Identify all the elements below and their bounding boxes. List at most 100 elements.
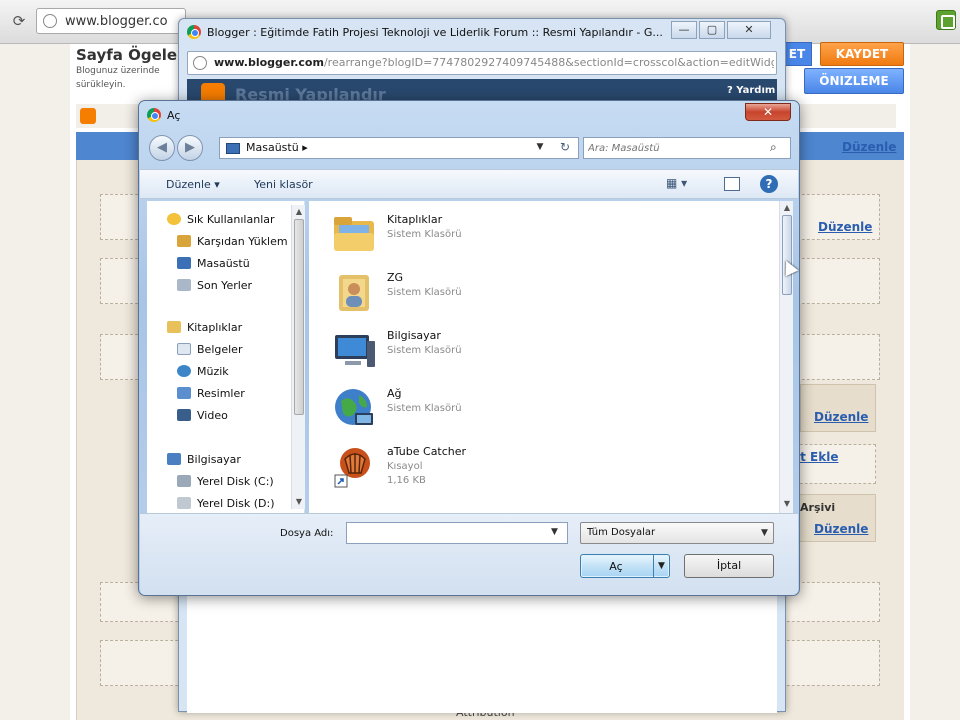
scrollbar-thumb[interactable] bbox=[782, 215, 792, 295]
cancel-button[interactable]: İptal bbox=[684, 554, 774, 578]
nav-item-desktop[interactable]: Masaüstü bbox=[177, 257, 250, 270]
search-icon[interactable]: ⌕ bbox=[770, 140, 777, 155]
forward-icon[interactable]: ▶ bbox=[177, 135, 203, 161]
background-url: www.blogger.co bbox=[65, 14, 168, 29]
open-file-dialog: Aç ✕ ◀ ▶ Masaüstü ▸ ▼ ↻ ⌕ Düzenle ▾ Yeni… bbox=[138, 100, 800, 596]
refresh-icon[interactable]: ↻ bbox=[551, 137, 579, 159]
nav-item-videos[interactable]: Video bbox=[177, 409, 228, 422]
popup-address-bar[interactable]: www.blogger.com/rearrange?blogID=7747802… bbox=[187, 51, 777, 75]
filename-label: Dosya Adı: bbox=[280, 528, 334, 539]
file-name: Bilgisayar bbox=[387, 329, 441, 342]
background-address-bar[interactable]: www.blogger.co bbox=[36, 8, 186, 34]
recent-places-icon bbox=[177, 279, 191, 291]
file-type: Kısayol bbox=[387, 461, 423, 472]
organize-menu[interactable]: Düzenle ▾ bbox=[166, 178, 220, 191]
preview-button[interactable]: ÖNIZLEME bbox=[804, 68, 904, 94]
open-button[interactable]: Aç ▼ bbox=[580, 554, 670, 578]
search-input[interactable] bbox=[588, 140, 764, 156]
scroll-up-icon[interactable]: ▲ bbox=[294, 207, 304, 217]
nav-item-documents[interactable]: Belgeler bbox=[177, 343, 242, 356]
new-folder-button[interactable]: Yeni klasör bbox=[254, 178, 313, 191]
minimize-button[interactable]: — bbox=[671, 21, 697, 39]
nav-item-drive-d[interactable]: Yerel Disk (D:) bbox=[177, 497, 275, 510]
help-link[interactable]: ? Yardım bbox=[727, 85, 775, 96]
partial-blue-button[interactable]: ET bbox=[782, 42, 812, 66]
popup-close-button[interactable]: ✕ bbox=[727, 21, 771, 39]
documents-icon bbox=[177, 343, 191, 355]
nav-item-drive-c[interactable]: Yerel Disk (C:) bbox=[177, 475, 274, 488]
star-icon bbox=[167, 213, 181, 225]
nav-label: Son Yerler bbox=[197, 279, 253, 292]
location-separator: ▸ bbox=[302, 141, 308, 154]
list-item[interactable]: Kitaplıklar Sistem Klasörü bbox=[325, 207, 625, 261]
open-button-label: Aç bbox=[609, 560, 623, 573]
maximize-button[interactable]: ▢ bbox=[699, 21, 725, 39]
scrollbar-thumb[interactable] bbox=[294, 219, 304, 415]
popup-url-host: www.blogger.com bbox=[214, 56, 324, 69]
open-options-dropdown-icon[interactable]: ▼ bbox=[653, 555, 669, 577]
globe-icon bbox=[43, 14, 57, 28]
reload-icon[interactable]: ⟳ bbox=[10, 12, 28, 30]
nav-item-recent[interactable]: Son Yerler bbox=[177, 279, 252, 292]
downloads-folder-icon bbox=[177, 235, 191, 247]
popup-title: Blogger : Eğitimde Fatih Projesi Teknolo… bbox=[187, 25, 667, 43]
nav-libraries-header[interactable]: Kitaplıklar bbox=[167, 321, 242, 334]
nav-label: Belgeler bbox=[197, 343, 243, 356]
chrome-icon bbox=[147, 108, 161, 122]
popup-url: www.blogger.com/rearrange?blogID=7747802… bbox=[214, 56, 774, 69]
file-name: Kitaplıklar bbox=[387, 213, 443, 226]
videos-icon bbox=[177, 409, 191, 421]
popup-url-path: /rearrange?blogID=7747802927409745488&se… bbox=[323, 56, 774, 69]
archive-gadget-label: Arşivi bbox=[800, 501, 836, 514]
nav-item-pictures[interactable]: Resimler bbox=[177, 387, 245, 400]
extension-icon[interactable] bbox=[936, 10, 956, 30]
scroll-down-icon[interactable]: ▼ bbox=[782, 499, 792, 509]
search-box[interactable]: ⌕ bbox=[583, 137, 791, 159]
list-item[interactable]: Bilgisayar Sistem Klasörü bbox=[325, 323, 625, 377]
view-options-icon[interactable]: ▦ ▾ bbox=[666, 176, 687, 190]
hard-drive-icon bbox=[177, 475, 191, 487]
filename-input[interactable] bbox=[351, 525, 541, 541]
location-dropdown-icon[interactable]: ▼ bbox=[529, 137, 551, 159]
blogger-logo-icon bbox=[80, 108, 96, 124]
dialog-close-button[interactable]: ✕ bbox=[745, 103, 791, 121]
navigation-scrollbar[interactable]: ▲ ▼ bbox=[291, 205, 305, 509]
hard-drive-icon bbox=[177, 497, 191, 509]
location-text: Masaüstü ▸ bbox=[246, 141, 308, 154]
scroll-up-icon[interactable]: ▲ bbox=[782, 203, 792, 213]
file-type-select[interactable]: Tüm Dosyalar ▼ bbox=[580, 522, 774, 544]
atube-catcher-icon bbox=[334, 448, 370, 488]
file-list-scrollbar[interactable]: ▲ ▼ bbox=[779, 201, 793, 513]
chevron-down-icon: ▼ bbox=[761, 528, 768, 538]
nav-label: Müzik bbox=[197, 365, 229, 378]
file-name: aTube Catcher bbox=[387, 445, 467, 458]
edit-link-archive[interactable]: Düzenle bbox=[814, 522, 868, 536]
scroll-down-icon[interactable]: ▼ bbox=[294, 497, 304, 507]
save-button[interactable]: KAYDET bbox=[820, 42, 904, 66]
list-item[interactable]: aTube Catcher Kısayol 1,16 KB bbox=[325, 439, 625, 493]
nav-item-downloads[interactable]: Karşıdan Yüklem bbox=[177, 235, 288, 248]
edit-link-gadget[interactable]: Düzenle bbox=[818, 220, 872, 234]
nav-label: Resimler bbox=[197, 387, 245, 400]
filename-combobox[interactable]: ▼ bbox=[346, 522, 568, 544]
nav-label: Karşıdan Yüklem bbox=[197, 235, 288, 248]
preview-pane-icon[interactable] bbox=[724, 177, 740, 191]
nav-item-music[interactable]: Müzik bbox=[177, 365, 229, 378]
edit-link-gadget[interactable]: Düzenle bbox=[814, 410, 868, 424]
help-icon[interactable]: ? bbox=[760, 175, 778, 193]
nav-label: Sık Kullanılanlar bbox=[187, 213, 275, 226]
list-item[interactable]: Ağ Sistem Klasörü bbox=[325, 381, 625, 435]
back-icon[interactable]: ◀ bbox=[149, 135, 175, 161]
chevron-down-icon[interactable]: ▼ bbox=[551, 527, 558, 537]
location-breadcrumb[interactable]: Masaüstü ▸ bbox=[219, 137, 579, 159]
chrome-icon bbox=[187, 25, 201, 39]
libraries-folder-icon bbox=[334, 217, 374, 251]
edit-link-header[interactable]: Düzenle bbox=[842, 140, 896, 154]
list-item[interactable]: ZG Sistem Klasörü bbox=[325, 265, 625, 319]
nav-computer-header[interactable]: Bilgisayar bbox=[167, 453, 241, 466]
file-type: Sistem Klasörü bbox=[387, 345, 462, 356]
nav-favorites-header[interactable]: Sık Kullanılanlar bbox=[167, 213, 275, 226]
file-size: 1,16 KB bbox=[387, 475, 426, 486]
file-type-value: Tüm Dosyalar bbox=[587, 527, 656, 538]
command-bar: Düzenle ▾ Yeni klasör ▦ ▾ ? bbox=[140, 169, 798, 199]
